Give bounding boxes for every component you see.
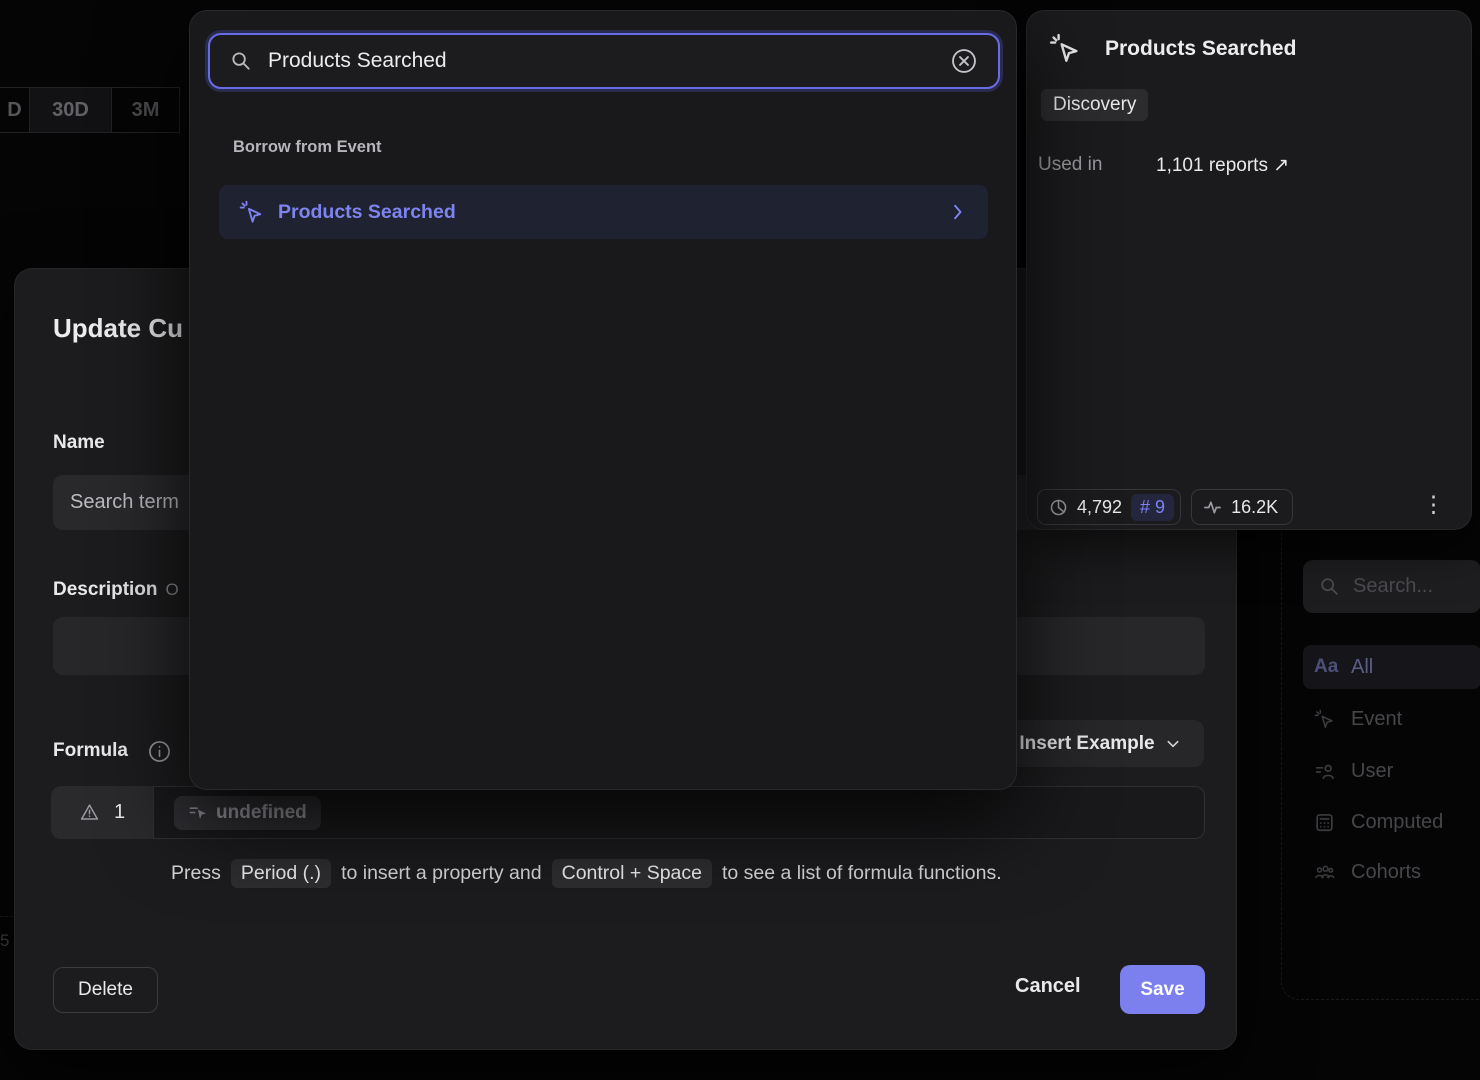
sidebar-item-label: Computed (1351, 811, 1443, 834)
formula-input[interactable]: undefined (153, 786, 1205, 839)
query-count: 4,792 (1077, 497, 1122, 518)
time-range-7d-button[interactable]: D (0, 88, 30, 132)
event-cursor-icon (1049, 33, 1081, 65)
chart-axis-tick: 5 (0, 931, 9, 951)
name-label: Name (53, 432, 105, 454)
property-icon (188, 803, 207, 822)
insert-example-button[interactable]: Insert Example (996, 720, 1204, 767)
error-count: 1 (114, 801, 125, 824)
modal-title: Update Cu (53, 313, 183, 344)
description-label: DescriptionO (53, 579, 179, 601)
sidebar-search-input[interactable]: Search... (1303, 560, 1480, 613)
property-chip[interactable]: undefined (174, 796, 321, 830)
event-cursor-icon (1314, 709, 1335, 730)
sidebar-item-label: All (1351, 656, 1373, 679)
cohorts-icon (1314, 862, 1335, 883)
sidebar-item-user[interactable]: User (1303, 749, 1480, 793)
result-label: Products Searched (278, 201, 934, 224)
time-range-selector: D 30D 3M (0, 87, 180, 133)
insert-example-label: Insert Example (1019, 733, 1154, 755)
save-button[interactable]: Save (1120, 965, 1205, 1014)
query-count-pill[interactable]: 4,792 # 9 (1037, 489, 1181, 525)
formula-error-badge: 1 (51, 786, 153, 839)
kbd-period: Period (.) (231, 859, 331, 888)
formula-hint: Press Period (.) to insert a property an… (171, 859, 1002, 888)
section-header: Borrow from Event (233, 138, 382, 157)
app-root: D 30D 3M 5 Search... Aa All Event User C… (0, 0, 1480, 1080)
panel-title: Products Searched (1105, 37, 1296, 61)
volume-count: 16.2K (1231, 497, 1278, 518)
search-input[interactable] (268, 49, 935, 73)
sidebar-item-computed[interactable]: Computed (1303, 800, 1480, 844)
more-options-button[interactable]: ⋮ (1419, 491, 1449, 518)
volume-pill[interactable]: 16.2K (1191, 489, 1293, 525)
search-icon (1319, 576, 1341, 598)
property-search-overlay: Borrow from Event Products Searched (189, 10, 1017, 790)
computed-icon (1314, 812, 1335, 833)
sidebar-search-placeholder: Search... (1353, 575, 1433, 598)
optional-hint: O (166, 580, 179, 599)
user-icon (1314, 761, 1335, 782)
event-cursor-icon (239, 200, 264, 225)
property-details-panel: Products Searched Discovery Used in 1,10… (1026, 10, 1472, 530)
clear-search-icon[interactable] (950, 47, 978, 75)
sidebar-item-event[interactable]: Event (1303, 697, 1480, 741)
used-in-reports-link[interactable]: 1,101 reports ↗ (1156, 154, 1289, 177)
activity-icon (1203, 498, 1222, 517)
rank-badge: # 9 (1131, 494, 1174, 521)
search-result-products-searched[interactable]: Products Searched (219, 185, 988, 239)
kbd-control-space: Control + Space (552, 859, 712, 888)
formula-editor: 1 undefined (51, 786, 1205, 839)
pie-chart-icon (1049, 498, 1068, 517)
sidebar-item-cohorts[interactable]: Cohorts (1303, 850, 1480, 894)
formula-label: Formula (53, 740, 128, 762)
used-in-label: Used in (1038, 154, 1156, 177)
info-icon[interactable] (147, 739, 172, 764)
time-range-30d-button[interactable]: 30D (30, 88, 112, 132)
chevron-right-icon (948, 202, 968, 222)
delete-button[interactable]: Delete (53, 967, 158, 1013)
category-badge: Discovery (1041, 89, 1148, 121)
sidebar-item-label: Event (1351, 708, 1402, 731)
sidebar-item-label: User (1351, 760, 1393, 783)
cancel-button[interactable]: Cancel (1015, 975, 1081, 998)
text-format-icon: Aa (1314, 656, 1335, 678)
search-icon (230, 50, 253, 73)
property-chip-label: undefined (216, 802, 307, 824)
time-range-3m-button[interactable]: 3M (112, 88, 180, 132)
search-field (208, 33, 1000, 89)
sidebar-item-all[interactable]: Aa All (1303, 645, 1480, 689)
property-type-sidebar: Search... Aa All Event User Computed Coh… (1281, 530, 1480, 1000)
warning-icon (79, 802, 100, 823)
sidebar-item-label: Cohorts (1351, 861, 1421, 884)
chevron-down-icon (1165, 736, 1181, 752)
external-arrow-icon: ↗ (1273, 155, 1289, 176)
